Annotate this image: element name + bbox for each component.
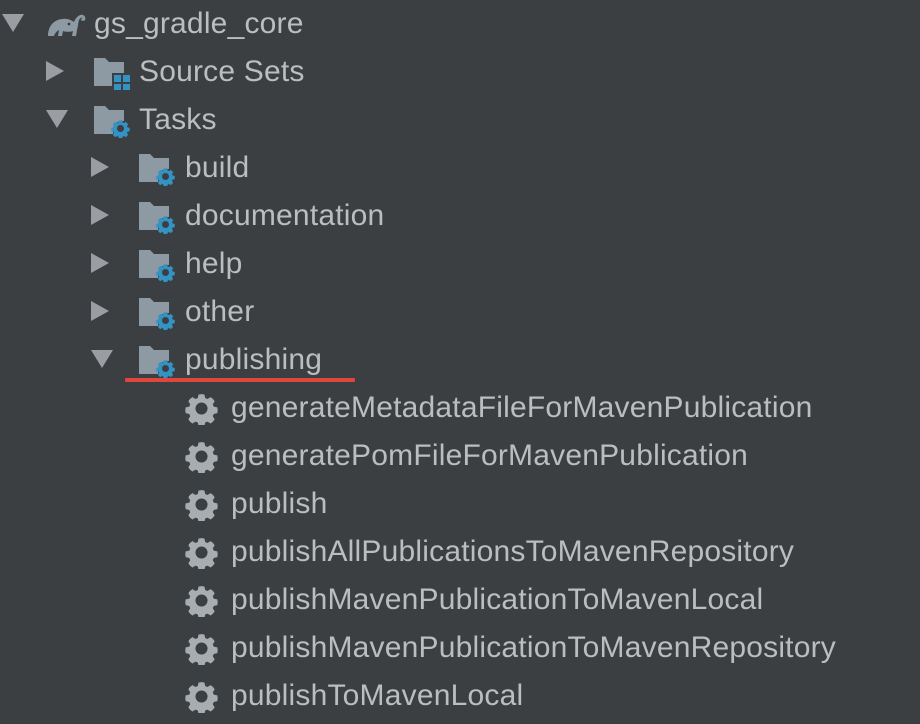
tree-node-group-build[interactable]: build xyxy=(0,144,920,192)
task-label: generatePomFileForMavenPublication xyxy=(231,439,749,472)
tree-node-group-help[interactable]: help xyxy=(0,240,920,288)
tree-node-label: help xyxy=(185,247,243,280)
task-item[interactable]: publishMavenPublicationToMavenRepository xyxy=(0,624,920,672)
task-item[interactable]: publishToMavenLocal xyxy=(0,672,920,720)
tree-node-group-documentation[interactable]: documentation xyxy=(0,192,920,240)
tree-node-label: other xyxy=(185,295,255,328)
task-folder-icon xyxy=(137,200,177,239)
highlight-underline xyxy=(125,378,355,382)
task-folder-icon xyxy=(137,248,177,287)
tree-node-source-sets[interactable]: Source Sets xyxy=(0,48,920,96)
task-label: generateMetadataFileForMavenPublication xyxy=(231,391,813,424)
task-item[interactable]: publishAllPublicationsToMavenRepository xyxy=(0,528,920,576)
tree-node-label: documentation xyxy=(185,199,385,232)
task-folder-icon xyxy=(137,152,177,191)
tree-node-root[interactable]: gs_gradle_core xyxy=(0,0,920,48)
chevron-right-icon[interactable] xyxy=(46,61,64,81)
task-item[interactable]: generateMetadataFileForMavenPublication xyxy=(0,384,920,432)
tree-node-label: Source Sets xyxy=(139,55,305,88)
task-item[interactable]: generatePomFileForMavenPublication xyxy=(0,432,920,480)
task-folder-icon xyxy=(137,296,177,335)
task-gear-icon xyxy=(185,632,218,670)
task-gear-icon xyxy=(185,488,218,526)
chevron-down-icon[interactable] xyxy=(46,110,68,128)
task-label: publishMavenPublicationToMavenLocal xyxy=(231,583,764,616)
task-gear-icon xyxy=(185,584,218,622)
tree-node-label: build xyxy=(185,151,250,184)
tree-node-label: Tasks xyxy=(139,103,217,136)
task-folder-icon xyxy=(92,104,132,143)
task-label: publishMavenPublicationToMavenRepository xyxy=(231,631,836,664)
task-label: publishAllPublicationsToMavenRepository xyxy=(231,535,795,568)
task-label: publishToMavenLocal xyxy=(231,679,524,712)
task-item[interactable]: publish xyxy=(0,480,920,528)
gradle-elephant-icon xyxy=(44,10,86,45)
tree-node-tasks[interactable]: Tasks xyxy=(0,96,920,144)
task-gear-icon xyxy=(185,536,218,574)
source-sets-folder-icon xyxy=(92,56,132,95)
chevron-right-icon[interactable] xyxy=(91,301,109,321)
task-gear-icon xyxy=(185,440,218,478)
chevron-right-icon[interactable] xyxy=(91,253,109,273)
chevron-down-icon[interactable] xyxy=(91,350,113,368)
task-label: publish xyxy=(231,487,328,520)
tree-node-label: publishing xyxy=(185,343,323,376)
task-item[interactable]: publishMavenPublicationToMavenLocal xyxy=(0,576,920,624)
chevron-right-icon[interactable] xyxy=(91,157,109,177)
tree-node-group-other[interactable]: other xyxy=(0,288,920,336)
tree-node-group-publishing[interactable]: publishing xyxy=(0,336,920,384)
tree-node-label: gs_gradle_core xyxy=(94,7,304,40)
chevron-right-icon[interactable] xyxy=(91,205,109,225)
task-gear-icon xyxy=(185,680,218,718)
task-gear-icon xyxy=(185,392,218,430)
chevron-down-icon[interactable] xyxy=(2,14,24,32)
gradle-tool-window-tree: gs_gradle_core Source Sets Tasks build d… xyxy=(0,0,920,724)
